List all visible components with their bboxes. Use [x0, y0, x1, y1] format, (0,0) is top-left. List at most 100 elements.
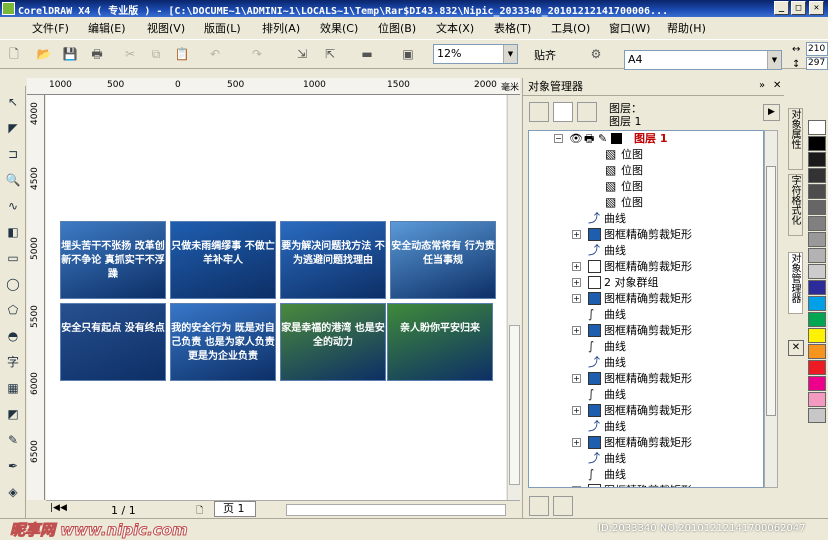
fill-tool-icon[interactable]: ◈ [3, 482, 23, 502]
show-object-properties-icon[interactable] [553, 102, 573, 122]
table-tool-icon[interactable]: ▦ [3, 378, 23, 398]
options-icon[interactable]: ⚙ [586, 45, 606, 64]
expand-icon[interactable]: + [572, 294, 581, 303]
layer-manager-view-icon[interactable] [577, 102, 597, 122]
eye-icon[interactable]: 👁 [569, 131, 583, 147]
menu-item[interactable]: 表格(T) [494, 20, 531, 36]
menu-item[interactable]: 帮助(H) [667, 20, 706, 36]
height-field[interactable]: 297 [806, 57, 828, 70]
docker-tab[interactable]: 对象属性 [788, 108, 803, 170]
app-launcher-icon[interactable]: ▬ [357, 45, 377, 64]
chevron-down-icon[interactable]: ▼ [767, 51, 781, 69]
new-master-layer-icon[interactable] [553, 496, 573, 516]
menu-item[interactable]: 版面(L) [204, 20, 241, 36]
tree-scrollbar[interactable] [764, 130, 778, 488]
slide-thumbnail[interactable]: 安全动态常将有 行为责任当事规 [390, 221, 496, 299]
color-swatch[interactable] [808, 360, 826, 375]
color-swatch[interactable] [808, 152, 826, 167]
import-icon[interactable]: ⇲ [292, 45, 312, 64]
text-tool-icon[interactable]: 字 [3, 352, 23, 372]
slide-thumbnail[interactable]: 亲人盼你平安归来 [387, 303, 493, 381]
copy-icon[interactable]: ⧉ [146, 45, 166, 64]
color-swatch[interactable] [808, 408, 826, 423]
docker-tab[interactable]: 字符格式化 [788, 174, 803, 236]
color-swatch[interactable] [808, 280, 826, 295]
drawing-canvas[interactable]: 埋头苦干不张扬 改革创新不争论 真抓实干不浮躁 只做未雨绸缪事 不做亡羊补牢人 要为… [46, 95, 506, 500]
eyedropper-tool-icon[interactable]: ✎ [3, 430, 23, 450]
expand-icon[interactable]: + [572, 374, 581, 383]
close-button[interactable]: ✕ [809, 1, 824, 15]
minimize-button[interactable]: _ [774, 1, 789, 15]
open-icon[interactable]: 📂 [34, 45, 54, 64]
color-swatch[interactable] [808, 168, 826, 183]
paste-icon[interactable]: 📋 [172, 45, 192, 64]
menu-item[interactable]: 视图(V) [147, 20, 185, 36]
collapse-icon[interactable]: » [759, 80, 765, 91]
zoom-tool-icon[interactable]: 🔍 [3, 170, 23, 190]
menu-item[interactable]: 文本(X) [436, 20, 474, 36]
printer-icon[interactable]: 🖶 [584, 131, 594, 147]
color-swatch[interactable] [808, 296, 826, 311]
expand-icon[interactable]: + [572, 278, 581, 287]
crop-tool-icon[interactable]: ⊐ [3, 144, 23, 164]
color-swatch[interactable] [808, 392, 826, 407]
docker-close-icon[interactable]: ✕ [788, 340, 804, 356]
menu-item[interactable]: 文件(F) [32, 20, 69, 36]
tree-scroll-thumb[interactable] [766, 166, 776, 416]
slide-thumbnail[interactable]: 只做未雨绸缪事 不做亡羊补牢人 [170, 221, 276, 299]
smart-fill-tool-icon[interactable]: ◧ [3, 222, 23, 242]
snap-to-button[interactable]: 贴齐 [534, 47, 556, 63]
color-swatch[interactable] [808, 376, 826, 391]
freehand-tool-icon[interactable]: ∿ [3, 196, 23, 216]
color-swatch[interactable] [808, 136, 826, 151]
welcome-screen-icon[interactable]: ▣ [398, 45, 418, 64]
new-layer-icon[interactable] [529, 496, 549, 516]
expand-icon[interactable]: + [572, 406, 581, 415]
color-swatch[interactable] [808, 344, 826, 359]
menu-item[interactable]: 编辑(E) [88, 20, 126, 36]
slide-thumbnail[interactable]: 家是幸福的港湾 也是安全的动力 [280, 303, 386, 381]
rectangle-tool-icon[interactable]: ▭ [3, 248, 23, 268]
menu-item[interactable]: 窗口(W) [609, 20, 650, 36]
color-swatch[interactable] [808, 200, 826, 215]
slide-thumbnail[interactable]: 要为解决问题找方法 不为逃避问题找理由 [280, 221, 386, 299]
paper-size-combo[interactable]: A4 ▼ [624, 50, 782, 70]
maximize-button[interactable]: □ [791, 1, 806, 15]
shape-tool-icon[interactable]: ◤ [3, 118, 23, 138]
collapse-icon[interactable]: − [554, 134, 563, 143]
interactive-blend-tool-icon[interactable]: ◩ [3, 404, 23, 424]
color-swatch[interactable] [808, 184, 826, 199]
color-swatch[interactable] [808, 312, 826, 327]
color-swatch[interactable] [808, 328, 826, 343]
redo-icon[interactable]: ↷ [247, 45, 267, 64]
color-swatch[interactable] [808, 216, 826, 231]
chevron-down-icon[interactable]: ▼ [503, 45, 517, 63]
ellipse-tool-icon[interactable]: ◯ [3, 274, 23, 294]
menu-item[interactable]: 工具(O) [551, 20, 590, 36]
menu-item[interactable]: 效果(C) [320, 20, 358, 36]
expand-icon[interactable]: + [572, 262, 581, 271]
panel-menu-icon[interactable]: ▶ [763, 104, 780, 121]
show-properties-icon[interactable] [529, 102, 549, 122]
print-icon[interactable]: 🖶 [87, 45, 107, 64]
undo-icon[interactable]: ↶ [205, 45, 225, 64]
horizontal-scrollbar[interactable] [286, 504, 506, 516]
menu-item[interactable]: 排列(A) [262, 20, 300, 36]
color-swatch[interactable] [808, 248, 826, 263]
expand-icon[interactable]: + [572, 438, 581, 447]
slide-thumbnail[interactable]: 埋头苦干不张扬 改革创新不争论 真抓实干不浮躁 [60, 221, 166, 299]
expand-icon[interactable]: + [572, 486, 581, 487]
expand-icon[interactable]: + [572, 230, 581, 239]
vertical-scrollbar[interactable] [507, 95, 521, 500]
new-icon[interactable]: 🗋 [4, 45, 24, 64]
expand-icon[interactable]: + [572, 326, 581, 335]
page-tab[interactable]: 页 1 [214, 501, 256, 517]
panel-close-icon[interactable]: ✕ [773, 80, 781, 91]
edit-lock-icon[interactable]: ✎ [598, 131, 607, 147]
basic-shapes-tool-icon[interactable]: ◓ [3, 326, 23, 346]
first-page-icon[interactable]: |◀◀ [50, 503, 67, 513]
color-swatch[interactable] [808, 120, 826, 135]
add-page-icon[interactable]: 🗋 [196, 503, 203, 519]
zoom-combo[interactable]: 12% ▼ [433, 44, 518, 64]
color-swatch[interactable] [808, 232, 826, 247]
